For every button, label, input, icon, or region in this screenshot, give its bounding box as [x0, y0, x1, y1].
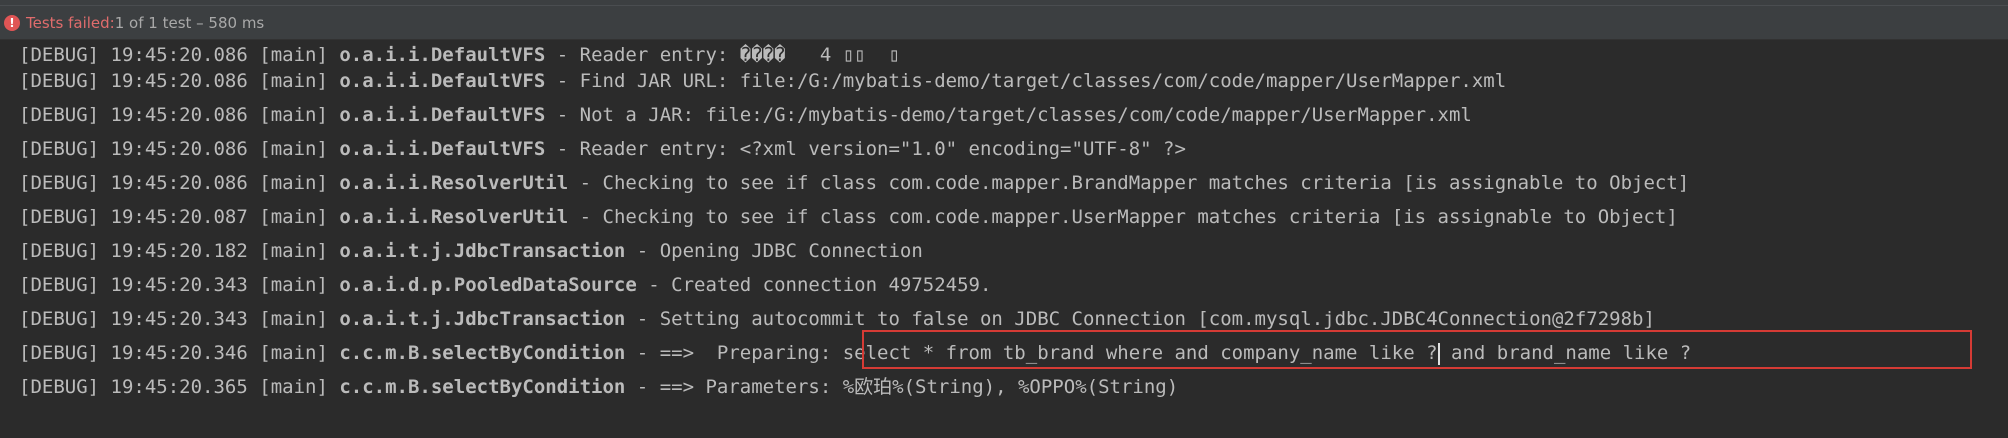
- log-line: [DEBUG] 19:45:20.086 [main] o.a.i.i.Defa…: [19, 138, 1186, 160]
- tests-summary: 1 of 1 test – 580 ms: [114, 13, 265, 32]
- log-line: [DEBUG] 19:45:20.182 [main] o.a.i.t.j.Jd…: [19, 240, 923, 262]
- log-line: [DEBUG] 19:45:20.086 [main] o.a.i.i.Defa…: [19, 104, 1472, 126]
- log-line: [DEBUG] 19:45:20.086 [main] o.a.i.i.Reso…: [19, 172, 1690, 194]
- sql-highlight-box: [862, 330, 1972, 369]
- log-line: [DEBUG] 19:45:20.365 [main] c.c.m.B.sele…: [19, 376, 1179, 398]
- tests-failed-label[interactable]: Tests failed:: [26, 14, 115, 32]
- error-circle-icon: !: [4, 14, 20, 31]
- log-line: [DEBUG] 19:45:20.087 [main] o.a.i.i.Reso…: [19, 206, 1678, 228]
- console-output[interactable]: [DEBUG] 19:45:20.086 [main] o.a.i.i.Defa…: [0, 33, 2008, 438]
- log-line: [DEBUG] 19:45:20.086 [main] o.a.i.i.Defa…: [19, 70, 1507, 92]
- log-line: [DEBUG] 19:45:20.343 [main] o.a.i.d.p.Po…: [19, 274, 992, 296]
